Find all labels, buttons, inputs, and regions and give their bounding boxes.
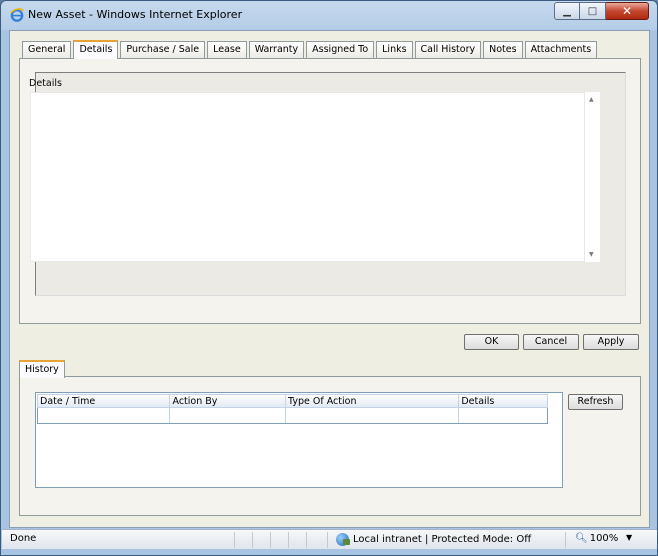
security-zone[interactable]: Local intranet | Protected Mode: Off [336,533,531,546]
cancel-button[interactable]: Cancel [523,334,579,350]
tab-general[interactable]: General [22,41,72,58]
apply-button[interactable]: Apply [583,334,639,350]
dialog-content: General Details Purchase / Sale Lease Wa… [9,30,650,528]
zone-text: Local intranet | Protected Mode: Off [353,534,532,545]
details-scrollbar[interactable]: ▲ ▼ [585,92,600,262]
details-textarea[interactable] [30,92,585,262]
intranet-zone-icon [336,533,350,546]
refresh-button[interactable]: Refresh [568,394,623,410]
column-type-of-action[interactable]: Type Of Action [286,395,460,407]
zoom-control[interactable]: 🔍︎ 100% [575,533,618,544]
history-grid-header: Date / Time Action By Type Of Action Det… [37,394,548,408]
column-date-time[interactable]: Date / Time [38,395,171,407]
maximize-button[interactable]: □ [580,2,606,20]
zoom-level: 100% [589,533,619,544]
title-bar[interactable]: New Asset - Windows Internet Explorer ▁ … [1,1,657,29]
zoom-dropdown-icon[interactable]: ▼ [626,533,632,542]
status-bar: Done Local intranet | Protected Mode: Of… [2,529,657,549]
tab-history[interactable]: History [19,360,65,378]
tab-details[interactable]: Details [73,40,119,59]
tab-links[interactable]: Links [376,41,413,58]
column-details[interactable]: Details [459,395,547,407]
history-grid[interactable]: Date / Time Action By Type Of Action Det… [35,392,563,488]
zoom-magnifier-icon: 🔍︎ [575,533,588,544]
tab-purchase-sale[interactable]: Purchase / Sale [120,41,206,58]
scroll-up-arrow-icon: ▲ [589,96,594,103]
status-text: Done [10,533,37,544]
details-label: Details [29,78,62,89]
tab-assigned-to[interactable]: Assigned To [306,41,375,58]
tab-strip: General Details Purchase / Sale Lease Wa… [22,40,599,59]
tab-attachments[interactable]: Attachments [524,41,598,58]
minimize-icon: ▁ [563,5,571,17]
tab-warranty[interactable]: Warranty [248,41,305,58]
maximize-icon: □ [587,5,598,17]
window-title: New Asset - Windows Internet Explorer [28,8,243,21]
history-panel: Date / Time Action By Type Of Action Det… [19,376,641,516]
ie-icon [10,8,24,22]
ok-button[interactable]: OK [464,334,519,350]
table-row[interactable] [37,408,548,424]
tab-notes[interactable]: Notes [483,41,523,58]
scroll-down-arrow-icon: ▼ [589,251,594,258]
column-action-by[interactable]: Action By [170,395,287,407]
tab-call-history[interactable]: Call History [414,41,482,58]
close-button[interactable]: ✕ [606,2,649,20]
minimize-button[interactable]: ▁ [554,2,580,20]
browser-window: New Asset - Windows Internet Explorer ▁ … [0,0,658,556]
tab-lease[interactable]: Lease [207,41,247,58]
close-icon: ✕ [621,4,633,18]
